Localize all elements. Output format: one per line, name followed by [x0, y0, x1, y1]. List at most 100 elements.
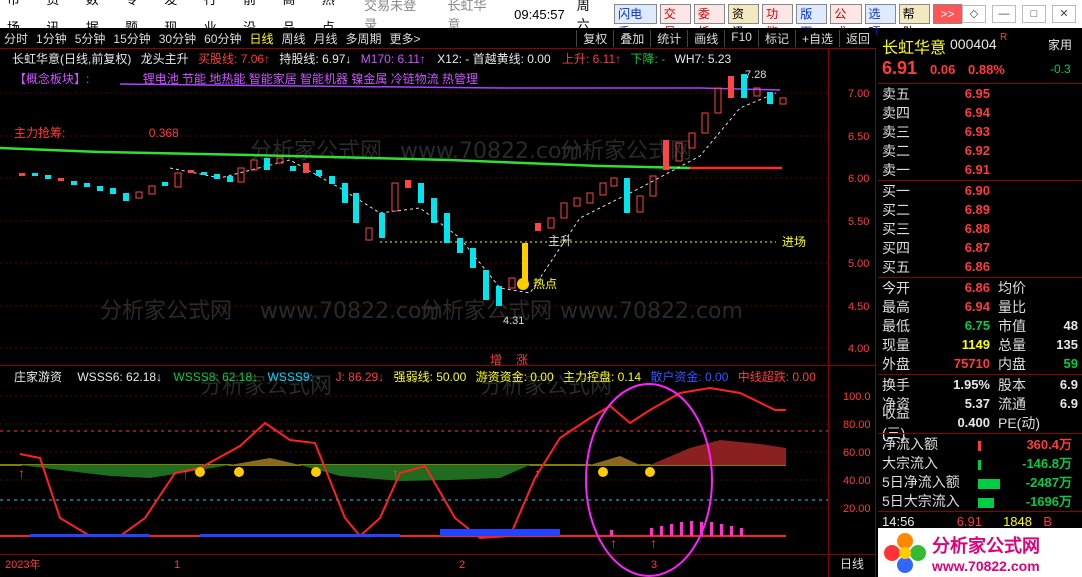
chart-area[interactable]: 分析家公式网 www.70822.com 分析家公式网 分析家公式网 www.7… [0, 48, 876, 577]
period-toolbar: 分时 1分钟 5分钟 15分钟 30分钟 60分钟 日线 周线 月线 多周期 更… [0, 28, 876, 48]
stat-label: 股本 [998, 376, 1026, 393]
quote-panel: 长虹华意 000404 R 家用 6.91 0.06 0.88% -0.3 卖五… [878, 28, 1082, 577]
indicator-name[interactable]: 龙头主升 [141, 52, 189, 66]
period-tab[interactable]: 多周期 [342, 30, 386, 47]
concept-label: 【概念板块】: [14, 72, 90, 86]
yellow-area [230, 458, 300, 465]
order-button[interactable]: 委托 [693, 4, 725, 39]
bid-price[interactable]: 6.89 [926, 202, 990, 217]
draw-line-button[interactable]: 画线 [687, 29, 724, 47]
overlay-button[interactable]: 叠加 [613, 29, 650, 47]
sub-tick: 20.00 [843, 503, 871, 515]
pink-bars [610, 521, 743, 536]
yellow-area [590, 456, 640, 465]
function-button[interactable]: 功能 [762, 4, 794, 39]
stat-label: 最低 [882, 317, 910, 334]
main-force-label: 主力抢筹: [14, 126, 66, 140]
rise2-label: 涨 [516, 352, 528, 367]
period-indicator[interactable]: 日线 [840, 557, 864, 571]
watermark-logo: 分析家公式网 www.70822.com [878, 528, 1082, 577]
period-tab[interactable]: 60分钟 [200, 30, 245, 47]
bid-price[interactable]: 6.86 [926, 259, 990, 274]
flow-bar [978, 497, 994, 508]
price-tick: 5.50 [848, 216, 869, 228]
help-button[interactable]: 帮助 [898, 4, 930, 39]
ask-label: 卖二 [882, 142, 910, 159]
flash-hand-button[interactable]: 闪电手 [614, 4, 657, 39]
stat-value: 6.9 [1059, 377, 1078, 392]
stat-label: PE(动) [998, 414, 1040, 431]
price-tick: 4.50 [848, 301, 869, 313]
news-button[interactable]: 资讯 [728, 4, 760, 39]
money-bag-icon [517, 278, 529, 290]
period-tab[interactable]: 分时 [0, 30, 32, 47]
stat-value: 1149 [961, 337, 990, 352]
ask-price[interactable]: 6.94 [926, 105, 990, 120]
layout-button[interactable]: 版面 [796, 4, 828, 39]
stat-value: 135 [1056, 337, 1078, 352]
stat-value: 6.86 [964, 280, 990, 295]
highlight-ellipse [585, 383, 713, 577]
minimize-icon[interactable]: — [992, 5, 1016, 23]
options-button[interactable]: 选项 [864, 4, 896, 39]
period-tab[interactable]: 1分钟 [32, 30, 71, 47]
quote-extra2: -0.3 [1050, 62, 1071, 76]
svg-text:↑: ↑ [534, 465, 541, 481]
flow-value: -2487万 [1025, 475, 1072, 490]
high-price-label: 7.28 [745, 69, 766, 81]
period-tab[interactable]: 月线 [310, 30, 342, 47]
candlesticks [19, 74, 787, 306]
bid-price[interactable]: 6.90 [926, 183, 990, 198]
shirt-icon[interactable]: ◇ [962, 5, 986, 23]
low-price-label: 4.31 [503, 315, 524, 327]
menu-bar: 市场 资讯 数据 专题 发现 行业 前沿 商品 热点 交易未登录 长虹华意 09… [0, 0, 1082, 39]
stat-label: 现量 [882, 336, 910, 353]
entry-label: 进场 [782, 235, 806, 249]
f10-button[interactable]: F10 [724, 29, 758, 47]
bid-price[interactable]: 6.87 [926, 240, 990, 255]
formula-button[interactable]: 公式 [830, 4, 862, 39]
stat-label: 换手 [882, 376, 910, 393]
ask-price[interactable]: 6.91 [926, 162, 990, 177]
stat-value: 1.95% [953, 377, 990, 392]
sub-indicator-name[interactable]: 庄家游资 [14, 370, 62, 384]
bid-price[interactable]: 6.88 [926, 221, 990, 236]
back-button[interactable]: 返回 [838, 29, 876, 47]
sub-tick: 60.00 [843, 447, 871, 459]
flow-value: 360.4万 [1026, 437, 1072, 452]
adjust-button[interactable]: 复权 [576, 29, 613, 47]
bid-label: 买三 [882, 220, 910, 237]
x-label: 3 [651, 559, 657, 571]
watermark: 分析家公式网 [560, 139, 692, 164]
ask-price[interactable]: 6.95 [926, 86, 990, 101]
stat-label: 总量 [998, 336, 1026, 353]
flow-label: 大宗流入 [882, 454, 938, 471]
period-tab[interactable]: 15分钟 [109, 30, 154, 47]
stat-label: 量比 [998, 298, 1026, 315]
period-tab[interactable]: 周线 [277, 30, 309, 47]
more-button[interactable]: >> [932, 4, 962, 24]
green-area [300, 465, 530, 481]
statistics-button[interactable]: 统计 [650, 29, 687, 47]
maximize-icon[interactable]: □ [1022, 5, 1046, 23]
period-tab[interactable]: 5分钟 [71, 30, 110, 47]
wsss9-value: WSSS9: - [267, 370, 321, 384]
add-watchlist-button[interactable]: +自选 [794, 29, 839, 47]
ask-price[interactable]: 6.93 [926, 124, 990, 139]
hold-line: 持股线: 6.97↓ [279, 52, 352, 66]
stat-label: 流通 [998, 395, 1026, 412]
up-value: 上升: 6.11↑ [562, 52, 622, 66]
close-icon[interactable]: ✕ [1052, 5, 1076, 23]
clock: 09:45:57 [514, 6, 565, 22]
trade-button[interactable]: 交易 [659, 4, 691, 39]
ask-price[interactable]: 6.92 [926, 143, 990, 158]
add-label: 增 [490, 353, 502, 367]
svg-text:↑: ↑ [610, 535, 617, 551]
stat-value: 48 [1063, 318, 1078, 333]
period-tab[interactable]: 30分钟 [155, 30, 200, 47]
period-tab-active[interactable]: 日线 [245, 30, 277, 47]
period-tab[interactable]: 更多> [386, 30, 425, 47]
mark-button[interactable]: 标记 [757, 29, 795, 47]
bid-label: 买四 [882, 239, 910, 256]
sub-tick: 80.00 [843, 419, 871, 431]
